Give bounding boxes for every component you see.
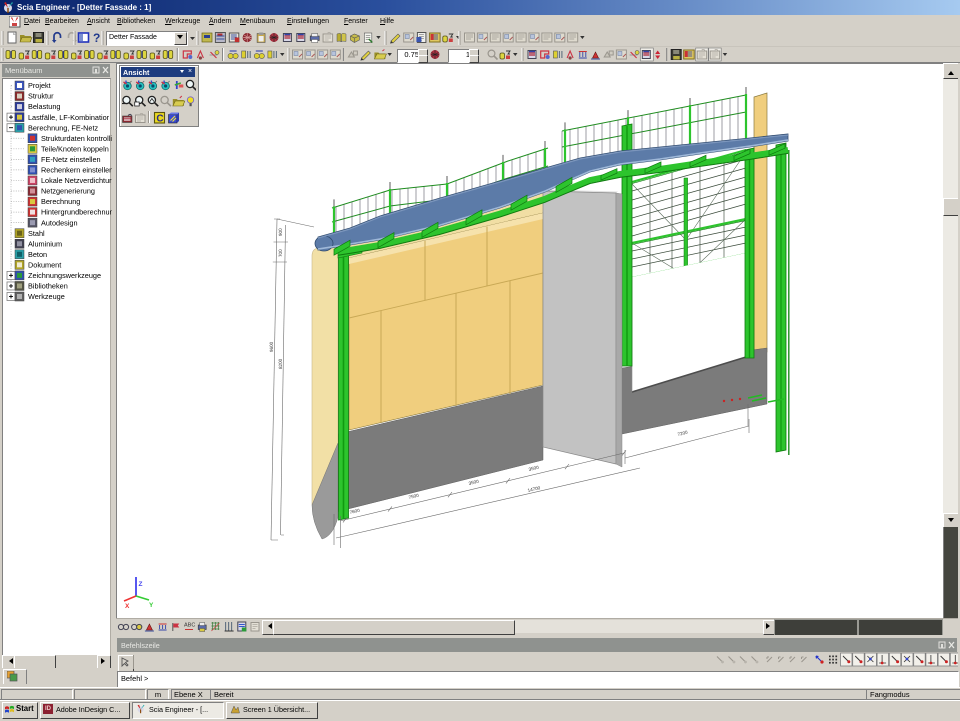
svg-text:Lastfälle, LF-Kombinatior: Lastfälle, LF-Kombinatior [28, 113, 110, 122]
svg-text:Berechnung: Berechnung [41, 197, 80, 206]
svg-text:Belastung: Belastung [28, 102, 60, 111]
svg-text:3500: 3500 [528, 465, 540, 472]
svg-text:Hintergrundberechnun: Hintergrundberechnun [41, 208, 112, 217]
svg-text:14700: 14700 [527, 485, 541, 493]
svg-text:X: X [125, 603, 130, 610]
svg-text:Projekt: Projekt [28, 81, 51, 90]
svg-text:8200: 8200 [278, 358, 283, 369]
svg-text:900: 900 [278, 228, 283, 236]
svg-text:Struktur: Struktur [28, 92, 54, 101]
svg-text:Netzgenerierung: Netzgenerierung [41, 187, 95, 196]
svg-text:Dokument: Dokument [28, 260, 61, 269]
svg-text:Zeichnungswerkzeuge: Zeichnungswerkzeuge [28, 271, 101, 280]
svg-text:9600: 9600 [269, 341, 274, 352]
svg-text:Rechenkern einstellen: Rechenkern einstellen [41, 166, 112, 175]
svg-text:700: 700 [278, 249, 283, 257]
svg-text:Bibliotheken: Bibliotheken [28, 282, 68, 291]
svg-text:7200: 7200 [677, 429, 689, 437]
svg-text:Berechnung, FE-Netz: Berechnung, FE-Netz [28, 123, 99, 132]
svg-text:Lokale Netzverdichtur: Lokale Netzverdichtur [41, 176, 112, 185]
svg-text:Stahl: Stahl [28, 229, 45, 238]
svg-text:Z: Z [139, 581, 143, 588]
svg-text:Beton: Beton [28, 250, 47, 259]
svg-text:FE-Netz einstellen: FE-Netz einstellen [41, 155, 101, 164]
svg-text:Aluminium: Aluminium [28, 239, 62, 248]
svg-text:3500: 3500 [468, 479, 480, 486]
svg-text:Werkzeuge: Werkzeuge [28, 292, 65, 301]
svg-text:Strukturdaten kontrolli: Strukturdaten kontrolli [41, 134, 112, 143]
svg-text:Teile/Knoten koppeln: Teile/Knoten koppeln [41, 144, 109, 153]
svg-text:7500: 7500 [408, 493, 420, 500]
svg-text:Autodesign: Autodesign [41, 218, 78, 227]
svg-text:Y: Y [149, 602, 154, 609]
svg-text:7600: 7600 [349, 508, 361, 515]
